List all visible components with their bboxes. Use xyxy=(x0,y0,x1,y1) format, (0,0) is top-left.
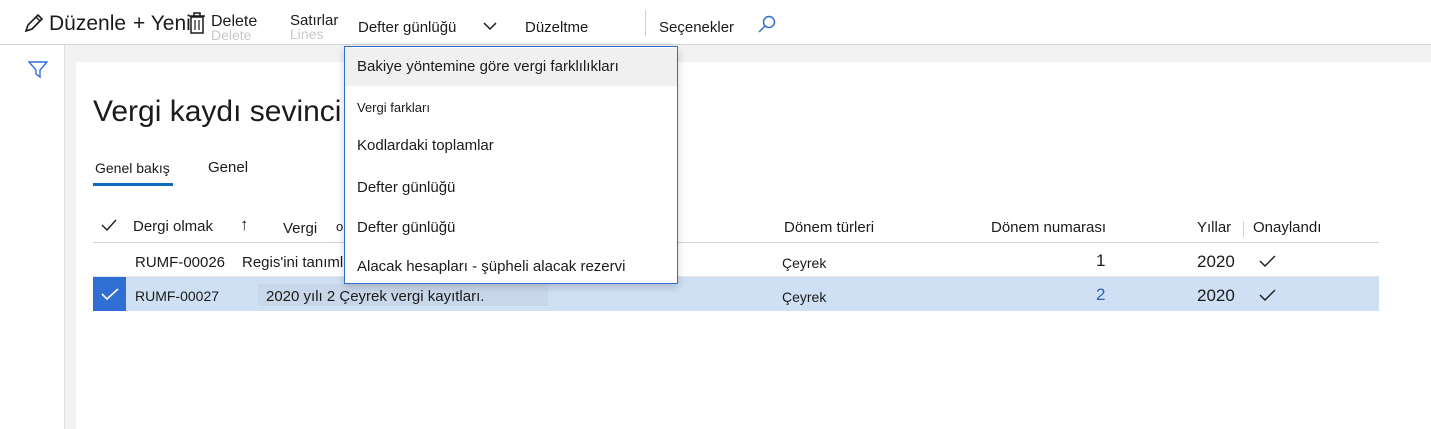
journal-menu-button[interactable]: Defter günlüğü xyxy=(356,12,502,38)
menu-item-code-totals[interactable]: Kodlardaki toplamlar xyxy=(345,129,677,163)
row-journal-id[interactable]: RUMF-00027 xyxy=(135,288,219,304)
column-header-tax-suffix: o xyxy=(336,219,344,234)
journal-menu-label: Defter günlüğü xyxy=(358,19,457,36)
row-description[interactable]: Regis'ini tanımla xyxy=(242,254,352,271)
column-header-tax[interactable]: Vergi xyxy=(283,220,317,237)
menu-item-label: Defter günlüğü xyxy=(357,179,456,196)
search-icon[interactable] xyxy=(757,14,777,34)
sort-ascending-icon[interactable]: ↑ xyxy=(240,215,249,235)
row-description[interactable]: 2020 yılı 2 Çeyrek vergi kayıtları. xyxy=(266,288,484,305)
row-period-number-link[interactable]: 2 xyxy=(1096,285,1105,305)
select-all-checkmark-icon[interactable] xyxy=(101,218,117,232)
tab-general[interactable]: Genel xyxy=(208,159,248,176)
row-year: 2020 xyxy=(1197,252,1235,271)
edit-label: Düzenle xyxy=(49,12,127,35)
menu-item-label: Kodlardaki toplamlar xyxy=(357,137,494,154)
row-period-type: Çeyrek xyxy=(782,289,827,305)
trash-icon xyxy=(188,11,206,35)
column-header-years[interactable]: Yıllar xyxy=(1197,219,1231,236)
pencil-icon xyxy=(23,12,45,34)
filter-icon[interactable] xyxy=(28,61,48,79)
menu-item-label: Bakiye yöntemine göre vergi farklılıklar… xyxy=(357,58,619,75)
menu-item-doubtful-receivables-reserve[interactable]: Alacak hesapları - şüpheli alacak rezerv… xyxy=(345,250,677,284)
menu-item-tax-differences[interactable]: Vergi farkları xyxy=(345,92,677,124)
approved-checkmark-icon xyxy=(1259,288,1276,302)
tab-overview[interactable]: Genel bakış xyxy=(95,160,170,176)
chevron-down-icon xyxy=(482,18,498,34)
menu-item-label: Vergi farkları xyxy=(357,100,430,115)
options-button[interactable]: Seçenekler xyxy=(659,19,734,36)
row-select-checkbox[interactable] xyxy=(93,277,126,311)
approved-checkmark-icon xyxy=(1259,254,1276,268)
checkmark-icon xyxy=(101,287,119,301)
page-title: Vergi kaydı sevinci xyxy=(93,95,342,128)
tab-overview-underline xyxy=(93,183,173,186)
row-period-number: 1 xyxy=(1096,251,1106,270)
lines-ghost-label: Lines xyxy=(290,26,324,42)
toolbar-divider xyxy=(645,10,646,36)
row-period-type: Çeyrek xyxy=(782,255,827,271)
menu-item-journal-2[interactable]: Defter günlüğü xyxy=(345,211,677,245)
row-year: 2020 xyxy=(1197,286,1235,305)
menu-item-journal-1[interactable]: Defter günlüğü xyxy=(345,171,677,205)
column-header-period-number[interactable]: Dönem numarası xyxy=(991,219,1106,236)
lines-button[interactable]: Satırlar Lines xyxy=(290,8,346,42)
menu-item-balance-tax-differences[interactable]: Bakiye yöntemine göre vergi farklılıklar… xyxy=(345,48,677,86)
delete-button[interactable]: Delete Delete xyxy=(188,8,268,43)
filter-pane-rail xyxy=(0,45,65,429)
new-button[interactable]: + Yeni xyxy=(133,12,191,36)
journal-dropdown-menu: Bakiye yöntemine göre vergi farklılıklar… xyxy=(344,46,678,284)
column-header-journal[interactable]: Dergi olmak xyxy=(133,218,213,235)
menu-item-label: Defter günlüğü xyxy=(357,219,456,236)
column-divider xyxy=(1243,221,1244,237)
correction-button[interactable]: Düzeltme xyxy=(525,19,588,36)
column-header-period-types[interactable]: Dönem türleri xyxy=(784,219,874,236)
menu-item-label: Alacak hesapları - şüpheli alacak rezerv… xyxy=(357,258,626,275)
row-journal-id[interactable]: RUMF-00026 xyxy=(135,254,225,271)
column-header-approved[interactable]: Onaylandı xyxy=(1253,219,1321,236)
delete-ghost-label: Delete xyxy=(211,27,252,43)
